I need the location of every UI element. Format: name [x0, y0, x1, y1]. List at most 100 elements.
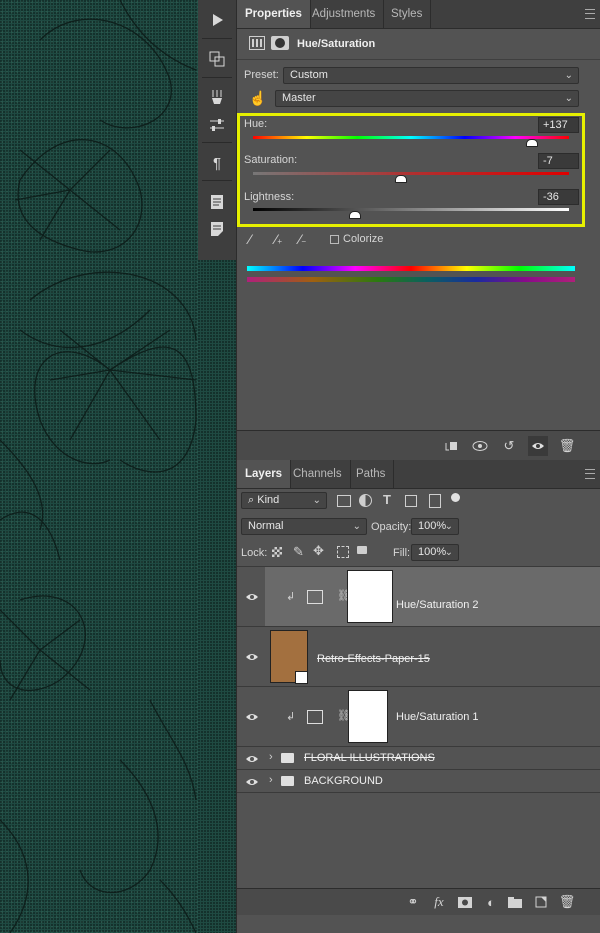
tab-layers[interactable]: Layers — [237, 460, 292, 488]
visibility-eye-icon[interactable] — [245, 652, 259, 662]
chevron-down-icon: ⌄ — [444, 547, 453, 558]
divider — [237, 59, 600, 60]
preset-label: Preset: — [244, 69, 279, 81]
fx-icon[interactable]: fx — [429, 892, 449, 912]
clone-source-icon[interactable] — [204, 46, 230, 72]
mask-icon[interactable] — [271, 36, 289, 50]
fill-label: Fill: — [393, 547, 411, 559]
visibility-toggle-icon[interactable] — [528, 436, 548, 456]
channel-dropdown[interactable]: Master ⌄ — [275, 90, 579, 107]
adjustment-filter-icon[interactable] — [359, 494, 372, 507]
layer-group-row[interactable]: › FLORAL ILLUSTRATIONS — [237, 747, 600, 770]
opacity-input[interactable]: 100% ⌄ — [411, 518, 459, 535]
collapsed-tool-panel: ¶ — [198, 0, 236, 260]
saturation-input[interactable]: -7 — [538, 153, 579, 169]
lock-artboard-icon[interactable] — [337, 546, 349, 558]
hue-input[interactable]: +137 — [538, 117, 579, 133]
visibility-eye-icon[interactable] — [245, 777, 259, 787]
filter-kind-dropdown[interactable]: ⌕ Kind ⌄ — [241, 492, 327, 509]
layers-footer: ⚭ fx ◐ 🗑 — [237, 888, 600, 915]
opacity-value: 100% — [418, 520, 447, 532]
chevron-right-icon[interactable]: › — [269, 774, 273, 786]
blend-mode-dropdown[interactable]: Normal ⌄ — [241, 518, 367, 535]
folder-icon — [281, 776, 294, 786]
visibility-eye-icon[interactable] — [245, 754, 259, 764]
blend-mode-value: Normal — [248, 520, 284, 532]
tab-styles[interactable]: Styles — [383, 0, 432, 28]
tool-divider — [202, 142, 232, 143]
colorize-checkbox[interactable] — [330, 235, 339, 244]
tab-paths[interactable]: Paths — [348, 460, 395, 488]
delete-icon[interactable]: 🗑 — [557, 436, 577, 456]
brush-settings-icon[interactable] — [204, 84, 230, 110]
panel-menu-icon[interactable] — [585, 469, 595, 479]
play-icon[interactable] — [204, 7, 230, 33]
chevron-right-icon[interactable]: › — [269, 751, 273, 763]
tab-channels[interactable]: Channels — [285, 460, 351, 488]
character-styles-icon[interactable] — [204, 189, 230, 215]
layers-panel: Layers Channels Paths ⌕ Kind ⌄ T Normal … — [236, 460, 600, 933]
layers-tabbar: Layers Channels Paths — [237, 460, 600, 489]
new-group-icon[interactable] — [505, 892, 525, 912]
adjustment-layer-icon[interactable] — [249, 36, 265, 50]
layer-group-row[interactable]: › BACKGROUND — [237, 770, 600, 793]
layer-row[interactable]: Retro-Effects-Paper-15 — [237, 627, 600, 687]
layer-row[interactable]: ↲ ⛓ Hue/Saturation 2 — [237, 567, 600, 627]
adjustment-title: Hue/Saturation — [297, 38, 376, 50]
view-previous-state-icon[interactable] — [471, 436, 491, 456]
clip-arrow-icon: ↲ — [286, 591, 296, 603]
tab-adjustments[interactable]: Adjustments — [304, 0, 385, 28]
lock-pixels-icon[interactable]: ✎ — [293, 544, 304, 560]
reset-icon[interactable]: ↺ — [499, 436, 519, 456]
document-canvas[interactable] — [0, 0, 198, 933]
document-canvas-lower[interactable] — [198, 260, 236, 933]
new-adjustment-layer-icon[interactable]: ◐ — [481, 892, 501, 912]
preset-dropdown[interactable]: Custom ⌄ — [283, 67, 579, 84]
fill-value: 100% — [418, 546, 447, 558]
chevron-down-icon: ⌄ — [352, 521, 361, 532]
new-layer-icon[interactable] — [531, 892, 551, 912]
lock-transparent-icon[interactable] — [272, 547, 282, 557]
properties-panel: Properties Adjustments Styles Hue/Satura… — [236, 0, 600, 461]
fill-input[interactable]: 100% ⌄ — [411, 544, 459, 561]
eyedropper-icon[interactable]: ⁄ — [249, 231, 251, 247]
sliders-icon[interactable] — [204, 112, 230, 138]
paragraph-styles-icon[interactable] — [204, 216, 230, 242]
targeted-adjustment-hand-icon[interactable]: ☝ — [249, 90, 266, 107]
type-filter-icon[interactable]: T — [383, 492, 391, 507]
clip-to-layer-icon[interactable] — [441, 436, 461, 456]
layer-name: FLORAL ILLUSTRATIONS — [304, 752, 435, 764]
chevron-down-icon: ⌄ — [564, 93, 573, 104]
visibility-eye-icon[interactable] — [245, 712, 259, 722]
paragraph-icon[interactable]: ¶ — [204, 150, 230, 176]
layer-row[interactable]: ↲ ⛓ Hue/Saturation 1 — [237, 687, 600, 747]
chevron-down-icon: ⌄ — [564, 70, 573, 81]
layer-name: Retro-Effects-Paper-15 — [317, 653, 430, 665]
properties-footer: ↺ 🗑 — [237, 430, 600, 461]
channel-value: Master — [282, 92, 316, 104]
lock-position-icon[interactable]: ✥ — [313, 543, 324, 559]
saturation-slider-track[interactable] — [253, 172, 569, 175]
shape-filter-icon[interactable] — [405, 495, 417, 507]
smart-object-filter-icon[interactable] — [429, 494, 441, 508]
eyedropper-minus-icon[interactable]: ⁄− — [299, 231, 306, 247]
layer-name: Hue/Saturation 2 — [396, 599, 479, 611]
lock-all-icon[interactable] — [357, 546, 367, 554]
lightness-input[interactable]: -36 — [538, 189, 579, 205]
panel-menu-icon[interactable] — [585, 9, 595, 19]
chevron-down-icon: ⌄ — [444, 521, 453, 532]
filter-toggle-icon[interactable] — [451, 493, 460, 502]
link-layers-icon[interactable]: ⚭ — [403, 892, 423, 912]
tab-properties[interactable]: Properties — [237, 0, 311, 28]
visibility-eye-icon[interactable] — [245, 592, 259, 602]
layer-mask-thumbnail — [348, 690, 388, 743]
filter-kind-value: Kind — [257, 494, 280, 506]
pixel-filter-icon[interactable] — [337, 495, 351, 507]
saturation-label: Saturation: — [244, 154, 298, 166]
lightness-slider-track[interactable] — [253, 208, 569, 211]
eyedropper-plus-icon[interactable]: ⁄+ — [275, 231, 282, 247]
floral-artwork — [0, 0, 197, 933]
hue-slider-track[interactable] — [253, 136, 569, 139]
delete-layer-icon[interactable]: 🗑 — [557, 892, 577, 912]
add-mask-icon[interactable] — [455, 892, 475, 912]
